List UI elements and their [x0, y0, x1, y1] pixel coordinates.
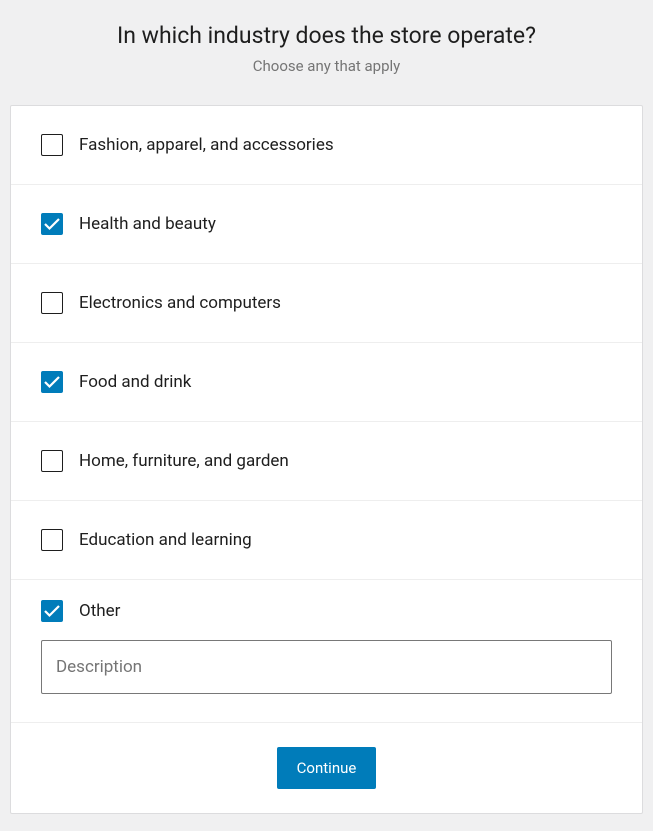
option-label: Health and beauty	[79, 214, 216, 234]
other-description-input[interactable]	[41, 640, 612, 694]
option-label: Home, furniture, and garden	[79, 451, 289, 471]
checkbox-food[interactable]	[41, 371, 63, 393]
option-label: Electronics and computers	[79, 293, 281, 313]
option-label: Food and drink	[79, 372, 191, 392]
checkbox-health[interactable]	[41, 213, 63, 235]
card-footer: Continue	[11, 723, 642, 813]
option-electronics[interactable]: Electronics and computers	[11, 264, 642, 343]
option-label: Fashion, apparel, and accessories	[79, 135, 334, 155]
page-subtitle: Choose any that apply	[20, 57, 633, 75]
option-food[interactable]: Food and drink	[11, 343, 642, 422]
industry-card: Fashion, apparel, and accessories Health…	[10, 105, 643, 814]
option-fashion[interactable]: Fashion, apparel, and accessories	[11, 106, 642, 185]
check-icon	[44, 217, 60, 231]
option-label: Education and learning	[79, 530, 252, 550]
checkbox-education[interactable]	[41, 529, 63, 551]
checkbox-fashion[interactable]	[41, 134, 63, 156]
check-icon	[44, 604, 60, 618]
checkbox-other[interactable]	[41, 600, 63, 622]
option-other: Other	[11, 580, 642, 723]
option-home[interactable]: Home, furniture, and garden	[11, 422, 642, 501]
option-health[interactable]: Health and beauty	[11, 185, 642, 264]
form-header: In which industry does the store operate…	[0, 0, 653, 93]
option-label: Other	[79, 601, 120, 621]
checkbox-electronics[interactable]	[41, 292, 63, 314]
option-other-row[interactable]: Other	[41, 600, 612, 622]
check-icon	[44, 375, 60, 389]
continue-button[interactable]: Continue	[277, 747, 377, 789]
page-title: In which industry does the store operate…	[20, 22, 633, 49]
option-education[interactable]: Education and learning	[11, 501, 642, 580]
checkbox-home[interactable]	[41, 450, 63, 472]
